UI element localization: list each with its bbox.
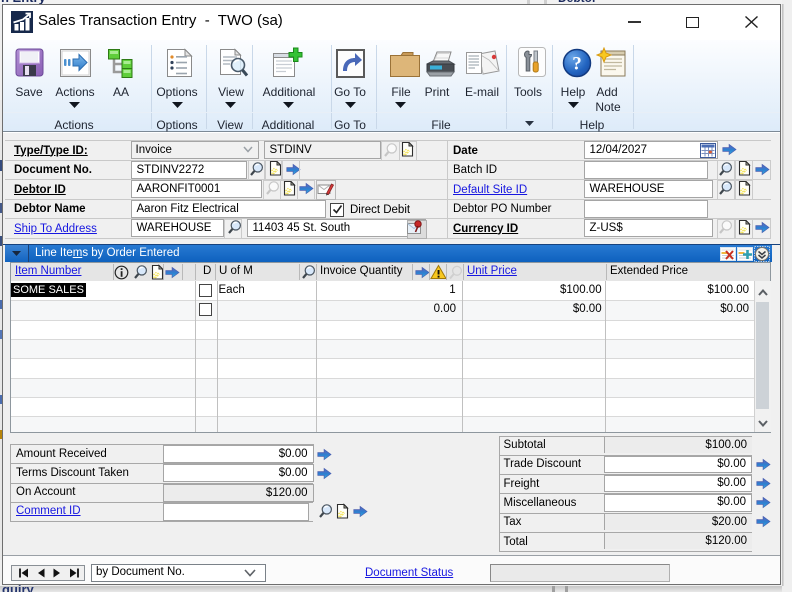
svg-text:?: ? [572,54,582,75]
